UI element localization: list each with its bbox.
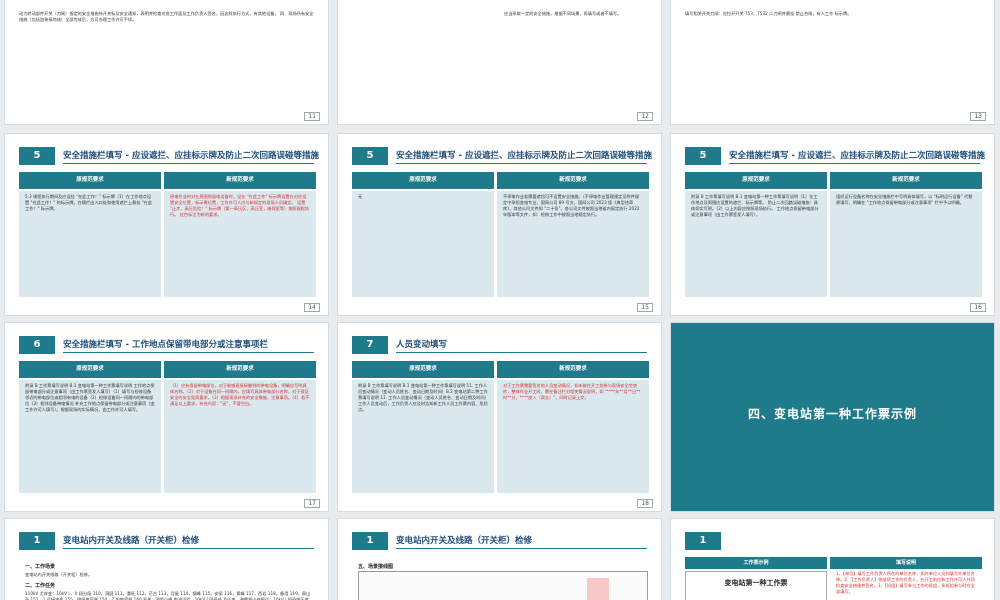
section-number: 1 <box>685 532 721 550</box>
slide-title: 安全措施栏填写 - 应设遮拦、应挂标示牌及防止二次回路误碰等措施 <box>63 151 319 161</box>
col-header-right: 新规范要求 <box>164 172 316 189</box>
slide-17[interactable]: 6 安全措施栏填写 - 工作地点保留带电部分或注意事项栏 原规范要求 新规范要求… <box>4 322 329 512</box>
title-underline <box>396 163 647 164</box>
col-header-left: 原规范要求 <box>352 172 494 189</box>
scene-text: 变电站内开关线路（开关柜）检修。 <box>25 572 93 577</box>
slide-18[interactable]: 7 人员变动填写 原规范要求 新规范要求 附录 B 工作票填写说明 B.1 变电… <box>337 322 662 512</box>
slide-header: 6 安全措施栏填写 - 工作地点保留带电部分或注意事项栏 <box>19 336 314 354</box>
section-number: 1 <box>19 532 55 550</box>
page-number: 16 <box>970 303 986 312</box>
body-text-right: 对于工作票需要签名的人员变动情况，如未能在开工前参与现场安全交底的，整体作业开工… <box>503 383 641 400</box>
slide-body-text: 填写相关开关刀闸：应拉开开关 753、7532 二刀闸并悬挂 禁止合闸，有人工作… <box>685 11 852 16</box>
col-body-right: （1）应有保留带电部位，对于能够直接接触到的带电设备，明确应写明具体名称。（2）… <box>164 380 316 493</box>
body-text-right: 组织运行设备名称在安全措施栏中写明具体填写，以 "标明运行设备" 代替原填写，明… <box>836 194 973 205</box>
task-text: 110kV 尤岸变：10kV I 、II 段分段 110，洞园 111，惠旺 1… <box>25 591 311 600</box>
section-number: 1 <box>352 532 388 550</box>
col-body-right: 对于工作票需要签名的人员变动情况，如未能在开工前参与现场安全交底的，整体作业开工… <box>497 380 649 493</box>
col-body-right: 组织运行设备名称在安全措施栏中写明具体填写，以 "标明运行设备" 代替原填写，明… <box>830 191 982 297</box>
body-text-right: 停电作业时对在周围保留电设备时，设在 "在此工作" 标示牌设置在对应设置安全位置… <box>170 194 310 217</box>
page-number: 14 <box>304 303 320 312</box>
col-header-right: 新规范要求 <box>164 361 316 378</box>
title-underline <box>729 163 980 164</box>
slide-header: 5 安全措施栏填写 - 应设遮拦、应挂标示牌及防止二次回路误碰等措施 <box>19 147 319 165</box>
section-number: 7 <box>352 336 388 354</box>
body-text-left: 5.3 规程执行期间及应设挂 "在此工作！" 标示牌（1）在工作地点设置 "在此… <box>25 194 153 211</box>
slide-body-text: 应当采取一定的安全措施，根据不同场景，再填写或者不填写。 <box>504 11 622 16</box>
col-body-left: 5.3 规程执行期间及应设挂 "在此工作！" 标示牌（1）在工作地点设置 "在此… <box>19 191 161 297</box>
section-heading: 四、变电站第一种工作票示例 <box>747 407 917 421</box>
body-text-right: 不停电作业若需要遮挡可不设置安全措施。（不停电作业管理规定见附件规定中承担变电专… <box>503 194 640 217</box>
slide-title: 变电站内开关及线路（开关柜）检修 <box>396 536 533 546</box>
col-header-right: 新规范要求 <box>830 172 982 189</box>
slide-title: 安全措施栏填写 - 工作地点保留带电部分或注意事项栏 <box>63 340 268 350</box>
col-header-left: 原规范要求 <box>19 361 161 378</box>
col-header-left: 工作票示例 <box>685 557 827 569</box>
section-number: 5 <box>685 147 721 165</box>
slide-body-text: 动力转动部件开关（刀闸）指定的安全措施持开关标及安全通知，表明并检查对各工作面及… <box>19 11 314 22</box>
slide-21[interactable]: 1 变电站内开关及线路（开关柜）检修 五、场景接线图 <box>337 518 662 600</box>
col-header-right: 新规范要求 <box>497 361 649 378</box>
title-underline <box>396 352 647 353</box>
slide-header: 5 安全措施栏填写 - 应设遮拦、应挂标示牌及防止二次回路误碰等措施 <box>352 147 652 165</box>
wiring-diagram <box>358 571 648 600</box>
slide-title: 安全措施栏填写 - 应设遮拦、应挂标示牌及防止二次回路误碰等措施 <box>396 151 652 161</box>
section-number: 6 <box>19 336 55 354</box>
subheading-scene: 一、工作场景 <box>25 564 56 570</box>
col-header-right: 新规范要求 <box>497 172 649 189</box>
col-header-right: 填写说明 <box>830 557 982 569</box>
body-text-right: （1）应有保留带电部位，对于能够直接接触到的带电设备，明确应写明具体名称。（2）… <box>170 383 310 406</box>
slide-title: 人员变动填写 <box>396 340 448 350</box>
slide-header: 1 变电站内开关及线路（开关柜）检修 <box>352 532 647 550</box>
slide-20[interactable]: 1 变电站内开关及线路（开关柜）检修 一、工作场景 变电站内开关线路（开关柜）检… <box>4 518 329 600</box>
slide-15[interactable]: 5 安全措施栏填写 - 应设遮拦、应挂标示牌及防止二次回路误碰等措施 原规范要求… <box>337 133 662 316</box>
slide-header: 1 变电站内开关及线路（开关柜）检修 <box>19 532 314 550</box>
col-body-right: 不停电作业若需要遮挡可不设置安全措施。（不停电作业管理规定见附件规定中承担变电专… <box>497 191 649 297</box>
subheading-task: 二、工作任务 <box>25 583 56 589</box>
col-header-left: 原规范要求 <box>352 361 494 378</box>
slide-title: 变电站内开关及线路（开关柜）检修 <box>63 536 200 546</box>
title-underline <box>63 352 314 353</box>
slide-header: 5 安全措施栏填写 - 应设遮拦、应挂标示牌及防止二次回路误碰等措施 <box>685 147 985 165</box>
diagram-highlight <box>587 578 609 600</box>
slide-13[interactable]: 填写相关开关刀闸：应拉开开关 753、7532 二刀闸并悬挂 禁止合闸，有人工作… <box>670 0 995 125</box>
col-body-right: 停电作业时对在周围保留电设备时，设在 "在此工作" 标示牌设置在对应设置安全位置… <box>164 191 316 297</box>
slide-12[interactable]: 应当采取一定的安全措施，根据不同场景，再填写或者不填写。 12 <box>337 0 662 125</box>
slide-22[interactable]: 1 工作票示例 填写说明 变电站第一种工作票 1、【单位】填写工作负责人所在的单… <box>670 518 995 600</box>
title-underline <box>63 548 314 549</box>
body-text-left: 附录 B 工作票填写说明 B.1 变电站第一种工作票填写说明 11. 工作人员变… <box>358 383 488 412</box>
subheading-diagram: 五、场景接线图 <box>358 564 394 570</box>
col-body-left: 无 <box>352 191 494 297</box>
slide-header: 1 <box>685 532 980 550</box>
explain-text: 1、【单位】填写工作负责人所在的单位名称，如外单位人员则填写外单位名称。2、【工… <box>836 571 975 594</box>
col-body-left: 附录 B 工作票填写说明 B.1 变电站第一种工作票填写说明 11. 工作人员变… <box>352 380 494 493</box>
title-underline <box>63 163 314 164</box>
slide-19-section-title[interactable]: 四、变电站第一种工作票示例 <box>670 322 995 512</box>
page-number: 11 <box>304 112 320 121</box>
page-number: 15 <box>637 303 653 312</box>
col-body-left: 附录 B 工作票填写说明 B.1 变电站第一种工作票填写说明 工作地点保留带电部… <box>19 380 161 493</box>
body-text-left: 无 <box>358 194 363 199</box>
slide-11[interactable]: 动力转动部件开关（刀闸）指定的安全措施持开关标及安全通知，表明并检查对各工作面及… <box>4 0 329 125</box>
page-number: 13 <box>970 112 986 121</box>
col-header-left: 原规范要求 <box>19 172 161 189</box>
body-text-left: 附录 B 工作票填写说明 B.1 变电站第一种工作票填写说明 工作地点保留带电部… <box>25 383 155 412</box>
ticket-preview: 变电站第一种工作票 <box>685 571 827 600</box>
page-number: 17 <box>304 499 320 508</box>
body-text-left: 附录 B 工作票填写说明 B.1 变电站第一种工作票填写说明（1）在工作地点及周… <box>691 194 819 217</box>
title-underline <box>396 548 647 549</box>
col-body-left: 附录 B 工作票填写说明 B.1 变电站第一种工作票填写说明（1）在工作地点及周… <box>685 191 827 297</box>
col-header-left: 原规范要求 <box>685 172 827 189</box>
slide-title: 安全措施栏填写 - 应设遮拦、应挂标示牌及防止二次回路误碰等措施 <box>729 151 985 161</box>
slide-header: 7 人员变动填写 <box>352 336 647 354</box>
ticket-title: 变电站第一种工作票 <box>724 579 788 587</box>
page-number: 18 <box>637 499 653 508</box>
slide-14[interactable]: 5 安全措施栏填写 - 应设遮拦、应挂标示牌及防止二次回路误碰等措施 原规范要求… <box>4 133 329 316</box>
section-number: 5 <box>19 147 55 165</box>
page-number: 12 <box>637 112 653 121</box>
slide-16[interactable]: 5 安全措施栏填写 - 应设遮拦、应挂标示牌及防止二次回路误碰等措施 原规范要求… <box>670 133 995 316</box>
section-number: 5 <box>352 147 388 165</box>
